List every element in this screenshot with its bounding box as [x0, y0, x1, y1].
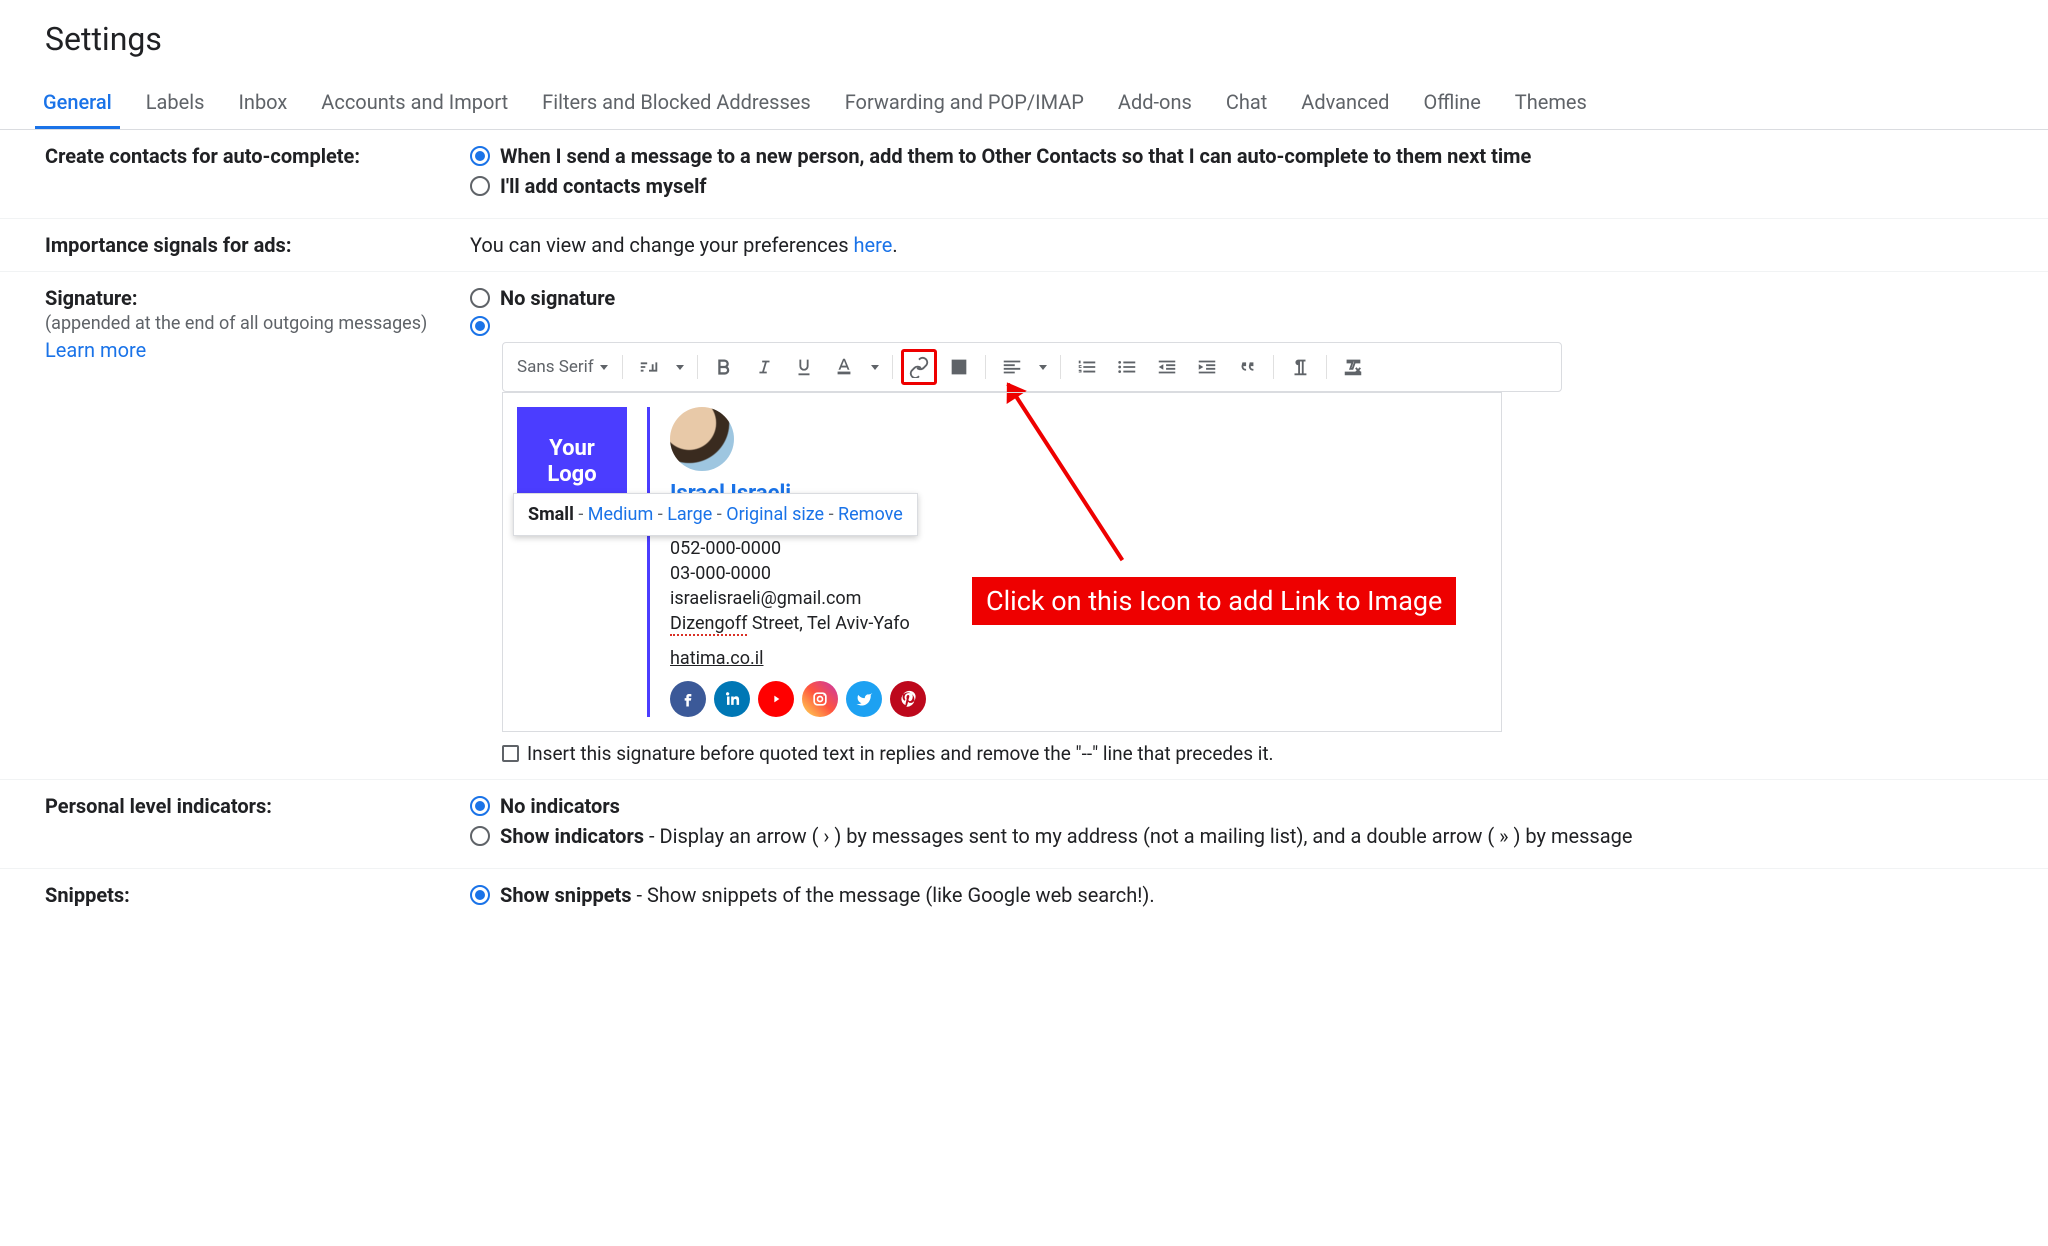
snippets-label: Snippets: [45, 883, 470, 913]
text-color-caret[interactable] [866, 349, 884, 385]
signature-toolbar: Sans Serif [502, 342, 1562, 392]
auto-complete-radio-1[interactable] [470, 146, 490, 166]
ads-label: Importance signals for ads: [45, 233, 470, 257]
custom-signature-radio[interactable] [470, 316, 490, 336]
show-indicators-label[interactable]: Show indicators - Display an arrow ( › )… [500, 824, 1632, 848]
no-indicators-radio[interactable] [470, 796, 490, 816]
font-size-caret[interactable] [671, 349, 689, 385]
signature-editor[interactable]: Your Logo Israel Israeli 052-000-0000 03… [502, 392, 1502, 732]
indent-less-button[interactable] [1149, 349, 1185, 385]
tab-labels[interactable]: Labels [138, 78, 213, 129]
signature-learn-more[interactable]: Learn more [45, 338, 146, 362]
size-large[interactable]: Large [667, 504, 712, 525]
tab-accounts[interactable]: Accounts and Import [313, 78, 516, 129]
align-caret[interactable] [1034, 349, 1052, 385]
font-family-dropdown[interactable]: Sans Serif [511, 357, 614, 377]
tab-general[interactable]: General [35, 78, 120, 129]
signature-sub: (appended at the end of all outgoing mes… [45, 313, 427, 334]
show-snippets-radio[interactable] [470, 885, 490, 905]
indicators-label: Personal level indicators: [45, 794, 470, 854]
remove-format-button[interactable] [1335, 349, 1371, 385]
page-title: Settings [0, 0, 2048, 78]
signature-avatar[interactable] [670, 407, 734, 471]
ltr-rtl-button[interactable] [1282, 349, 1318, 385]
insert-before-label[interactable]: Insert this signature before quoted text… [527, 742, 1274, 765]
font-size-button[interactable] [631, 349, 667, 385]
image-size-popup: Small - Medium - Large - Original size -… [513, 493, 918, 536]
size-remove[interactable]: Remove [838, 504, 903, 525]
auto-complete-option-2[interactable]: I'll add contacts myself [500, 174, 707, 198]
tab-advanced[interactable]: Advanced [1293, 78, 1397, 129]
ads-link[interactable]: here [853, 233, 892, 257]
linkedin-icon[interactable] [714, 681, 750, 717]
tab-inbox[interactable]: Inbox [230, 78, 295, 129]
size-medium[interactable]: Medium [588, 504, 654, 525]
insert-before-checkbox[interactable] [502, 745, 519, 762]
signature-phone1[interactable]: 052-000-0000 [670, 538, 926, 559]
bold-button[interactable] [706, 349, 742, 385]
size-original[interactable]: Original size [726, 504, 824, 525]
show-indicators-radio[interactable] [470, 826, 490, 846]
insert-link-button[interactable] [901, 349, 937, 385]
tab-offline[interactable]: Offline [1415, 78, 1488, 129]
quote-button[interactable] [1229, 349, 1265, 385]
tab-chat[interactable]: Chat [1218, 78, 1275, 129]
italic-button[interactable] [746, 349, 782, 385]
youtube-icon[interactable] [758, 681, 794, 717]
twitter-icon[interactable] [846, 681, 882, 717]
numbered-list-button[interactable] [1069, 349, 1105, 385]
ads-suffix: . [892, 233, 897, 257]
no-signature-label[interactable]: No signature [500, 286, 615, 310]
signature-phone2[interactable]: 03-000-0000 [670, 563, 926, 584]
tab-filters[interactable]: Filters and Blocked Addresses [534, 78, 819, 129]
auto-complete-option-1[interactable]: When I send a message to a new person, a… [500, 144, 1531, 168]
settings-tabs: General Labels Inbox Accounts and Import… [0, 78, 2048, 130]
tab-addons[interactable]: Add-ons [1110, 78, 1200, 129]
size-small[interactable]: Small [528, 504, 574, 525]
instagram-icon[interactable] [802, 681, 838, 717]
auto-complete-label: Create contacts for auto-complete: [45, 144, 470, 204]
ads-text: You can view and change your preferences [470, 233, 853, 257]
insert-image-button[interactable] [941, 349, 977, 385]
underline-button[interactable] [786, 349, 822, 385]
indent-more-button[interactable] [1189, 349, 1225, 385]
facebook-icon[interactable] [670, 681, 706, 717]
no-signature-radio[interactable] [470, 288, 490, 308]
signature-website[interactable]: hatima.co.il [670, 648, 926, 669]
text-color-button[interactable] [826, 349, 862, 385]
signature-email[interactable]: israelisraeli@gmail.com [670, 588, 926, 609]
tab-forwarding[interactable]: Forwarding and POP/IMAP [837, 78, 1092, 129]
no-indicators-label[interactable]: No indicators [500, 794, 620, 818]
tab-themes[interactable]: Themes [1507, 78, 1595, 129]
auto-complete-radio-2[interactable] [470, 176, 490, 196]
signature-address[interactable]: Dizengoff Street, Tel Aviv-Yafo [670, 613, 926, 634]
show-snippets-label[interactable]: Show snippets - Show snippets of the mes… [500, 883, 1155, 907]
signature-label: Signature: (appended at the end of all o… [45, 286, 470, 765]
bullet-list-button[interactable] [1109, 349, 1145, 385]
pinterest-icon[interactable] [890, 681, 926, 717]
